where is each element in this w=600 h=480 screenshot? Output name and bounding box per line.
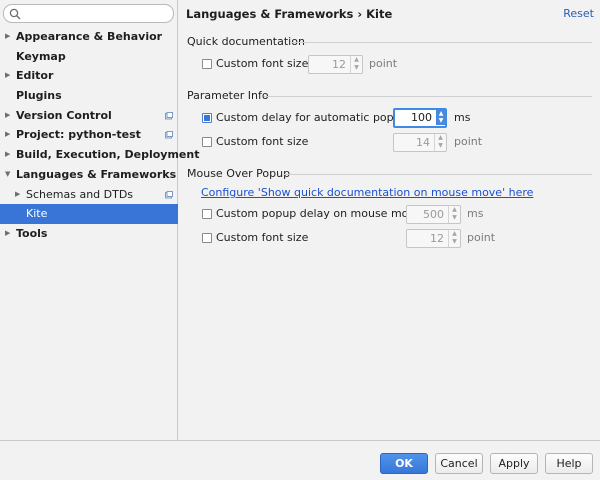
tree-item-label: Plugins [16, 89, 62, 103]
spinner-value: 12 [332, 58, 346, 71]
tree-item-label: Version Control [16, 108, 112, 122]
section-divider [283, 174, 592, 175]
tree-item-label: Languages & Frameworks [16, 167, 177, 181]
breadcrumb: Languages & Frameworks › Kite [186, 7, 393, 21]
tree-item-keymap[interactable]: Keymap [0, 47, 178, 67]
tree-item-tools[interactable]: ▶ Tools [0, 224, 178, 244]
tree-item-label: Editor [16, 69, 54, 83]
unit-label: ms [454, 111, 471, 124]
project-scope-icon [165, 111, 173, 120]
checkbox-label[interactable]: Custom font size [216, 229, 308, 247]
tree-item-schemas-dtds[interactable]: ▶ Schemas and DTDs [0, 185, 178, 205]
tree-item-plugins[interactable]: Plugins [0, 86, 178, 106]
spinner-value: 14 [416, 136, 430, 149]
expand-arrow-icon[interactable]: ▶ [15, 185, 20, 205]
expand-arrow-icon[interactable]: ▶ [5, 27, 10, 47]
tree-item-label: Appearance & Behavior [16, 30, 163, 43]
param-delay-spinner[interactable]: 100 ▲ ▼ [393, 108, 447, 128]
mouse-delay-checkbox[interactable] [202, 209, 212, 219]
dialog-footer: OK Cancel Apply Help [0, 440, 600, 480]
unit-label: ms [467, 207, 484, 220]
tree-item-editor[interactable]: ▶ Editor [0, 66, 178, 86]
checkbox-label[interactable]: Custom font size: [216, 55, 312, 73]
spinner-value: 100 [411, 111, 432, 124]
search-input[interactable] [24, 7, 169, 20]
spinner-arrows-icon[interactable]: ▲ ▼ [448, 230, 460, 247]
settings-sidebar: ▶ Appearance & Behavior Keymap ▶ Editor … [0, 0, 199, 440]
unit-label: point [467, 231, 496, 244]
param-delay-checkbox[interactable] [202, 113, 212, 123]
cancel-button[interactable]: Cancel [435, 453, 483, 474]
spinner-value: 12 [430, 232, 444, 245]
search-field[interactable] [3, 4, 174, 23]
tree-item-label: Schemas and DTDs [26, 187, 134, 201]
tree-item-project[interactable]: ▶ Project: python-test [0, 125, 178, 145]
project-scope-icon [165, 190, 173, 198]
tree-item-languages-frameworks[interactable]: ▼ Languages & Frameworks [0, 165, 178, 185]
reset-link[interactable]: Reset [563, 7, 594, 20]
param-font-checkbox[interactable] [202, 137, 212, 147]
collapse-arrow-icon[interactable]: ▼ [5, 165, 10, 185]
tree-item-label: Tools [16, 226, 48, 240]
section-title-mouse-over: Mouse Over Popup [187, 167, 291, 180]
expand-arrow-icon[interactable]: ▶ [5, 106, 10, 126]
apply-button[interactable]: Apply [490, 453, 538, 474]
settings-content: Languages & Frameworks › Kite Reset Quic… [179, 0, 600, 440]
unit-label: point [369, 57, 398, 70]
quick-doc-font-spinner[interactable]: 12 ▲ ▼ [308, 55, 363, 74]
expand-arrow-icon[interactable]: ▶ [5, 145, 10, 165]
ok-button[interactable]: OK [380, 453, 428, 474]
mouse-delay-spinner[interactable]: 500 ▲ ▼ [406, 205, 461, 224]
tree-item-build-execution-deployment[interactable]: ▶ Build, Execution, Deployment [0, 145, 199, 165]
expand-arrow-icon[interactable]: ▶ [5, 125, 10, 145]
expand-arrow-icon[interactable]: ▶ [5, 224, 10, 244]
settings-tree: ▶ Appearance & Behavior Keymap ▶ Editor … [0, 27, 199, 244]
section-divider [292, 42, 592, 43]
spinner-arrows-icon[interactable]: ▲ ▼ [436, 110, 445, 125]
mouse-font-checkbox[interactable] [202, 233, 212, 243]
tree-item-label: Keymap [16, 49, 66, 63]
mouse-font-spinner[interactable]: 12 ▲ ▼ [406, 229, 461, 248]
tree-item-version-control[interactable]: ▶ Version Control [0, 106, 178, 126]
tree-item-appearance-behavior[interactable]: ▶ Appearance & Behavior [0, 27, 178, 47]
help-button[interactable]: Help [545, 453, 593, 474]
section-title-param-info: Parameter Info [187, 89, 269, 102]
tree-item-kite[interactable]: Kite [0, 204, 178, 224]
project-scope-icon [165, 131, 173, 139]
checkbox-label[interactable]: Custom popup delay on mouse move [216, 205, 422, 223]
expand-arrow-icon[interactable]: ▶ [5, 66, 10, 86]
quick-doc-font-checkbox[interactable] [202, 59, 212, 69]
section-title-quick-doc: Quick documentation [187, 35, 305, 48]
spinner-value: 500 [423, 208, 444, 221]
unit-label: point [454, 135, 483, 148]
tree-item-label: Kite [26, 207, 48, 221]
param-font-spinner[interactable]: 14 ▲ ▼ [393, 133, 447, 152]
search-icon [9, 8, 21, 20]
checkbox-label[interactable]: Custom font size [216, 133, 308, 151]
spinner-arrows-icon[interactable]: ▲ ▼ [448, 206, 460, 223]
spinner-arrows-icon[interactable]: ▲ ▼ [350, 56, 362, 73]
tree-item-label: Build, Execution, Deployment [16, 148, 200, 162]
tree-item-label: Project: python-test [16, 128, 141, 142]
section-divider [264, 96, 592, 97]
spinner-arrows-icon[interactable]: ▲ ▼ [434, 134, 446, 151]
checkbox-label[interactable]: Custom delay for automatic popup [216, 109, 408, 127]
configure-mouse-move-link[interactable]: Configure 'Show quick documentation on m… [201, 184, 533, 202]
